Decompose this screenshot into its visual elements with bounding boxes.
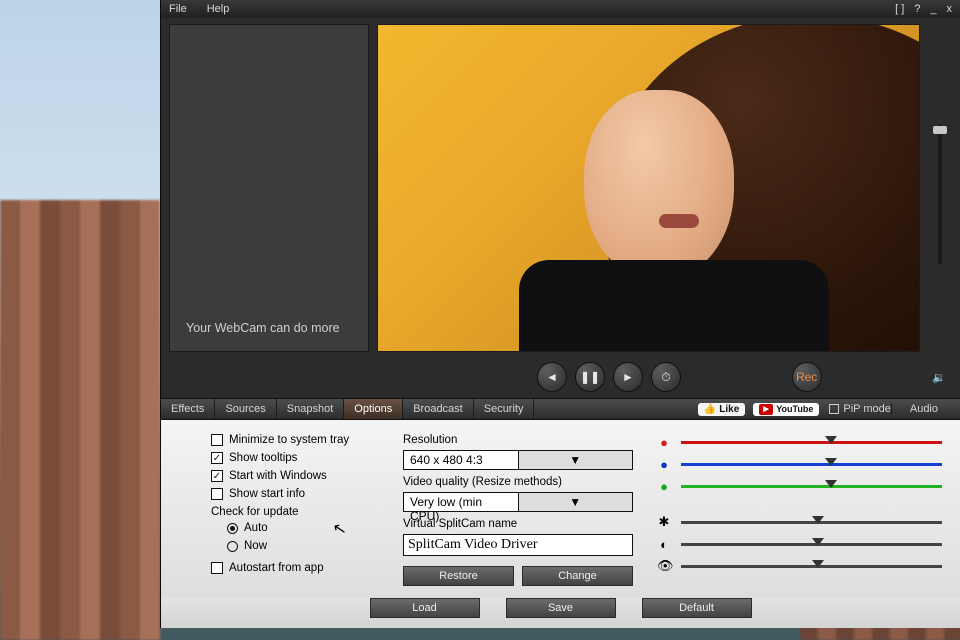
resolution-label: Resolution — [403, 434, 633, 446]
menu-bar: File Help [ ] ? _ x — [161, 0, 960, 18]
side-promo-panel: Your WebCam can do more — [169, 24, 369, 352]
window-close-button[interactable]: x — [947, 3, 953, 15]
load-button[interactable]: Load — [370, 598, 480, 618]
timer-icon: ⏱ — [661, 370, 670, 385]
prev-icon: ◄ — [546, 370, 558, 384]
record-label: Rec — [796, 370, 817, 384]
virtual-name-input[interactable] — [403, 534, 633, 556]
pause-icon: ❚❚ — [580, 370, 600, 384]
restore-button[interactable]: Restore — [403, 566, 514, 586]
tab-audio[interactable]: Audio — [891, 403, 956, 415]
splitcam-window: File Help [ ] ? _ x Your WebCam can do m… — [160, 0, 960, 628]
tab-options[interactable]: Options — [344, 399, 403, 419]
radio-icon — [227, 541, 238, 552]
red-dot-icon: ● — [657, 435, 671, 450]
options-panel: Minimize to system tray ✓ Show tooltips … — [161, 420, 960, 598]
menu-help[interactable]: Help — [207, 3, 230, 15]
green-dot-icon: ● — [657, 479, 671, 494]
record-button[interactable]: Rec — [792, 362, 822, 392]
chk-show-tooltips[interactable]: ✓ Show tooltips — [211, 452, 379, 464]
brightness-icon: ✱ — [657, 514, 671, 530]
pip-mode-checkbox[interactable]: PiP mode — [829, 403, 891, 415]
pause-button[interactable]: ❚❚ — [575, 362, 605, 392]
volume-icon[interactable]: 🔉 — [932, 371, 952, 384]
tab-broadcast[interactable]: Broadcast — [403, 399, 474, 419]
slider-brightness[interactable]: ✱ — [657, 514, 942, 530]
check-for-update-label: Check for update — [211, 506, 379, 518]
prev-button[interactable]: ◄ — [537, 362, 567, 392]
checkbox-icon — [211, 488, 223, 500]
next-button[interactable]: ► — [613, 362, 643, 392]
tab-effects[interactable]: Effects — [161, 399, 215, 419]
slider-eye[interactable]: 👁 — [657, 558, 942, 574]
tab-strip: Effects Sources Snapshot Options Broadca… — [161, 398, 960, 420]
window-minimize-button[interactable]: _ — [930, 3, 936, 15]
menu-file[interactable]: File — [169, 3, 187, 15]
tab-sources[interactable]: Sources — [215, 399, 276, 419]
checkbox-icon — [829, 404, 839, 414]
slider-red[interactable]: ● — [657, 434, 942, 450]
slider-blue[interactable]: ● — [657, 456, 942, 472]
chk-show-start-info[interactable]: Show start info — [211, 488, 379, 500]
chevron-down-icon[interactable]: ▼ — [518, 493, 633, 511]
youtube-icon: ► — [759, 404, 773, 415]
tab-snapshot[interactable]: Snapshot — [277, 399, 344, 419]
video-quality-select[interactable]: Very low (min CPU) ▼ — [403, 492, 633, 512]
thumbs-up-icon: 👍 — [704, 404, 716, 415]
bottom-button-row: Load Save Default — [161, 598, 960, 628]
window-help-button[interactable]: ? — [914, 3, 920, 15]
eye-icon: 👁 — [657, 558, 671, 574]
promo-tagline: Your WebCam can do more — [186, 321, 340, 335]
virtual-name-label: Virtual SplitCam name — [403, 518, 633, 530]
chevron-down-icon[interactable]: ▼ — [518, 451, 633, 469]
youtube-chip[interactable]: ► YouTube — [753, 403, 819, 416]
checkbox-icon: ✓ — [211, 470, 223, 482]
chk-minimize-tray[interactable]: Minimize to system tray — [211, 434, 379, 446]
radio-update-auto[interactable]: Auto — [227, 522, 379, 534]
tab-security[interactable]: Security — [474, 399, 535, 419]
preview-vertical-slider[interactable] — [928, 24, 952, 352]
chk-start-with-windows[interactable]: ✓ Start with Windows — [211, 470, 379, 482]
playback-bar: ◄ ❚❚ ► ⏱ Rec 🔉 — [161, 358, 960, 398]
video-preview[interactable] — [377, 24, 920, 352]
slider-green[interactable]: ● — [657, 478, 942, 494]
chk-autostart-from-app[interactable]: Autostart from app — [211, 562, 379, 574]
checkbox-icon: ✓ — [211, 452, 223, 464]
checkbox-icon — [211, 434, 223, 446]
default-button[interactable]: Default — [642, 598, 752, 618]
like-chip[interactable]: 👍 Like — [698, 403, 745, 416]
save-button[interactable]: Save — [506, 598, 616, 618]
resolution-select[interactable]: 640 x 480 4:3 ▼ — [403, 450, 633, 470]
contrast-icon: ◐ — [657, 537, 671, 552]
blue-dot-icon: ● — [657, 457, 671, 472]
checkbox-icon — [211, 562, 223, 574]
radio-icon — [227, 523, 238, 534]
radio-update-now[interactable]: Now — [227, 540, 379, 552]
slider-contrast[interactable]: ◐ — [657, 536, 942, 552]
window-brackets-button[interactable]: [ ] — [895, 3, 904, 15]
next-icon: ► — [622, 370, 634, 384]
timer-button[interactable]: ⏱ — [651, 362, 681, 392]
change-button[interactable]: Change — [522, 566, 633, 586]
video-quality-label: Video quality (Resize methods) — [403, 476, 633, 488]
